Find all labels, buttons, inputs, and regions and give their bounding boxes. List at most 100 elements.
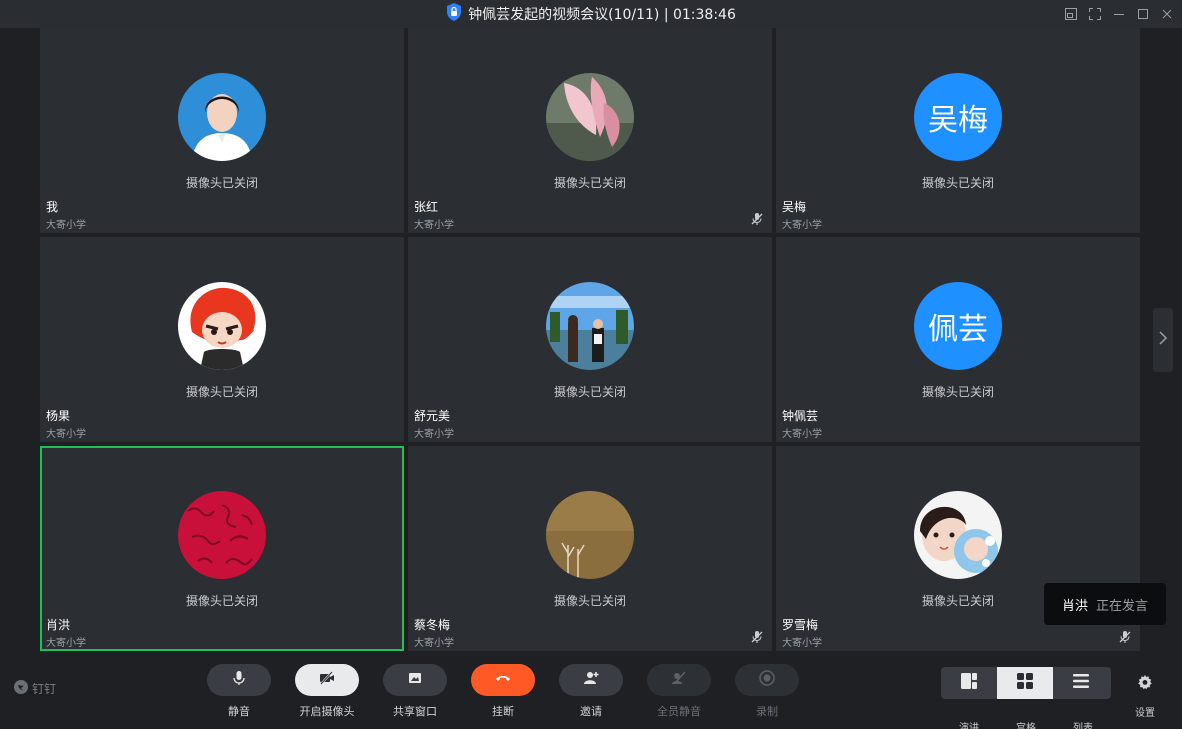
window-controls xyxy=(1064,0,1174,28)
participant-tile[interactable]: 吴梅 摄像头已关闭 吴梅 大寄小学 xyxy=(776,28,1140,233)
view-mode-group: 演讲 宫格 列表 xyxy=(941,667,1111,729)
title-bar: 钟佩芸发起的视频会议(10/11) | 01:38:46 xyxy=(0,0,1182,28)
list-layout-icon xyxy=(1071,671,1091,695)
settings-button[interactable]: 设置 xyxy=(1130,674,1160,719)
avatar xyxy=(178,491,266,579)
camera-off-status: 摄像头已关闭 xyxy=(185,385,258,399)
participant-tile[interactable]: 摄像头已关闭 蔡冬梅 大寄小学 xyxy=(408,446,772,651)
camera-label: 开启摄像头 xyxy=(299,705,355,718)
participant-name: 蔡冬梅 xyxy=(414,618,451,632)
fullscreen-icon[interactable] xyxy=(1088,7,1102,21)
participant-tile-speaking[interactable]: 摄像头已关闭 肖洪 大寄小学 xyxy=(40,446,404,651)
participant-org: 大寄小学 xyxy=(782,638,822,649)
phone-hangup-icon xyxy=(494,669,512,691)
participant-tile[interactable]: 摄像头已关闭 舒元美 大寄小学 xyxy=(408,237,772,442)
participant-name: 吴梅 xyxy=(782,200,807,214)
camera-button[interactable]: 开启摄像头 xyxy=(295,664,359,722)
participant-org: 大寄小学 xyxy=(414,638,454,649)
view-list-label: 列表 xyxy=(1073,723,1093,729)
chevron-right-icon xyxy=(1158,330,1168,350)
mute-label: 静音 xyxy=(228,705,250,718)
mute-button[interactable]: 静音 xyxy=(207,664,271,722)
hangup-label: 挂断 xyxy=(492,705,514,718)
meeting-window: 钟佩芸发起的视频会议(10/11) | 01:38:46 摄像头已关闭 我 大寄… xyxy=(0,0,1182,729)
participant-tile[interactable]: 佩芸 摄像头已关闭 钟佩芸 大寄小学 xyxy=(776,237,1140,442)
share-screen-icon xyxy=(406,669,424,691)
brand-name: 钉钉 xyxy=(32,682,57,696)
mute-all-pill[interactable] xyxy=(647,664,711,696)
microphone-icon xyxy=(230,669,248,691)
participant-name: 我 xyxy=(46,200,59,214)
next-page-button[interactable] xyxy=(1153,308,1173,372)
mic-muted-icon xyxy=(750,211,764,225)
maximize-icon[interactable] xyxy=(1136,7,1150,21)
avatar: 佩芸 xyxy=(914,282,1002,370)
invite-label: 邀请 xyxy=(580,705,602,718)
invite-button[interactable]: 邀请 xyxy=(559,664,623,722)
window-title: 钟佩芸发起的视频会议(10/11) | 01:38:46 xyxy=(468,7,736,23)
camera-off-status: 摄像头已关闭 xyxy=(921,176,994,190)
add-user-icon xyxy=(582,669,600,691)
participant-tile[interactable]: 摄像头已关闭 张红 大寄小学 xyxy=(408,28,772,233)
camera-pill[interactable] xyxy=(295,664,359,696)
avatar xyxy=(546,73,634,161)
avatar xyxy=(178,282,266,370)
participant-name: 肖洪 xyxy=(46,618,71,632)
participant-org: 大寄小学 xyxy=(414,429,454,440)
camera-off-status: 摄像头已关闭 xyxy=(553,594,626,608)
speaker-status: 正在发言 xyxy=(1096,598,1149,614)
camera-off-icon xyxy=(318,669,336,691)
participant-name: 罗雪梅 xyxy=(782,618,819,632)
dingtalk-logo-icon xyxy=(14,680,28,697)
mic-muted-icon xyxy=(1118,629,1132,643)
hangup-pill[interactable] xyxy=(471,664,535,696)
participant-org: 大寄小学 xyxy=(46,220,86,231)
meeting-toolbar: 钉钉 静音 开启摄像头 共享窗口 挂断 邀请 全员静音 录制 演讲 宫格 列表 … xyxy=(0,652,1182,729)
title-group: 钟佩芸发起的视频会议(10/11) | 01:38:46 xyxy=(446,3,736,25)
view-speaker-button[interactable] xyxy=(941,667,997,699)
record-pill[interactable] xyxy=(735,664,799,696)
camera-off-status: 摄像头已关闭 xyxy=(185,176,258,190)
record-icon xyxy=(758,669,776,691)
participant-tile[interactable]: 摄像头已关闭 我 大寄小学 xyxy=(40,28,404,233)
gear-icon xyxy=(1137,675,1153,694)
minimize-icon[interactable] xyxy=(1112,7,1126,21)
participant-org: 大寄小学 xyxy=(46,638,86,649)
picture-in-picture-icon[interactable] xyxy=(1064,7,1078,21)
brand: 钉钉 xyxy=(14,680,56,697)
record-button[interactable]: 录制 xyxy=(735,664,799,722)
participant-name: 杨果 xyxy=(46,409,71,423)
participant-grid: 摄像头已关闭 我 大寄小学 摄像头已关闭 张红 大寄小学 吴梅 摄像头已关闭 吴… xyxy=(40,28,1140,652)
participant-name: 舒元美 xyxy=(414,409,451,423)
view-speaker-label: 演讲 xyxy=(959,723,979,729)
shield-icon xyxy=(446,3,462,25)
avatar xyxy=(546,491,634,579)
camera-off-status: 摄像头已关闭 xyxy=(553,385,626,399)
participant-org: 大寄小学 xyxy=(46,429,86,440)
mute-all-icon xyxy=(670,669,688,691)
mute-pill[interactable] xyxy=(207,664,271,696)
camera-off-status: 摄像头已关闭 xyxy=(553,176,626,190)
mute-all-button[interactable]: 全员静音 xyxy=(647,664,711,722)
share-window-button[interactable]: 共享窗口 xyxy=(383,664,447,722)
grid-layout-icon xyxy=(1015,671,1035,695)
record-label: 录制 xyxy=(756,705,778,718)
participant-name: 张红 xyxy=(414,200,439,214)
camera-off-status: 摄像头已关闭 xyxy=(921,385,994,399)
speaker-name: 肖洪 xyxy=(1061,598,1088,614)
camera-off-status: 摄像头已关闭 xyxy=(185,594,258,608)
share-pill[interactable] xyxy=(383,664,447,696)
speaker-layout-icon xyxy=(959,671,979,695)
participant-org: 大寄小学 xyxy=(414,220,454,231)
view-grid-button[interactable] xyxy=(997,667,1053,699)
avatar xyxy=(914,491,1002,579)
participant-tile[interactable]: 摄像头已关闭 杨果 大寄小学 xyxy=(40,237,404,442)
view-list-button[interactable] xyxy=(1053,667,1109,699)
speaking-indicator: 肖洪 正在发言 xyxy=(1044,583,1166,625)
view-grid-label: 宫格 xyxy=(1016,723,1036,729)
close-icon[interactable] xyxy=(1160,7,1174,21)
share-label: 共享窗口 xyxy=(393,705,437,718)
avatar xyxy=(178,73,266,161)
hangup-button[interactable]: 挂断 xyxy=(471,664,535,722)
invite-pill[interactable] xyxy=(559,664,623,696)
